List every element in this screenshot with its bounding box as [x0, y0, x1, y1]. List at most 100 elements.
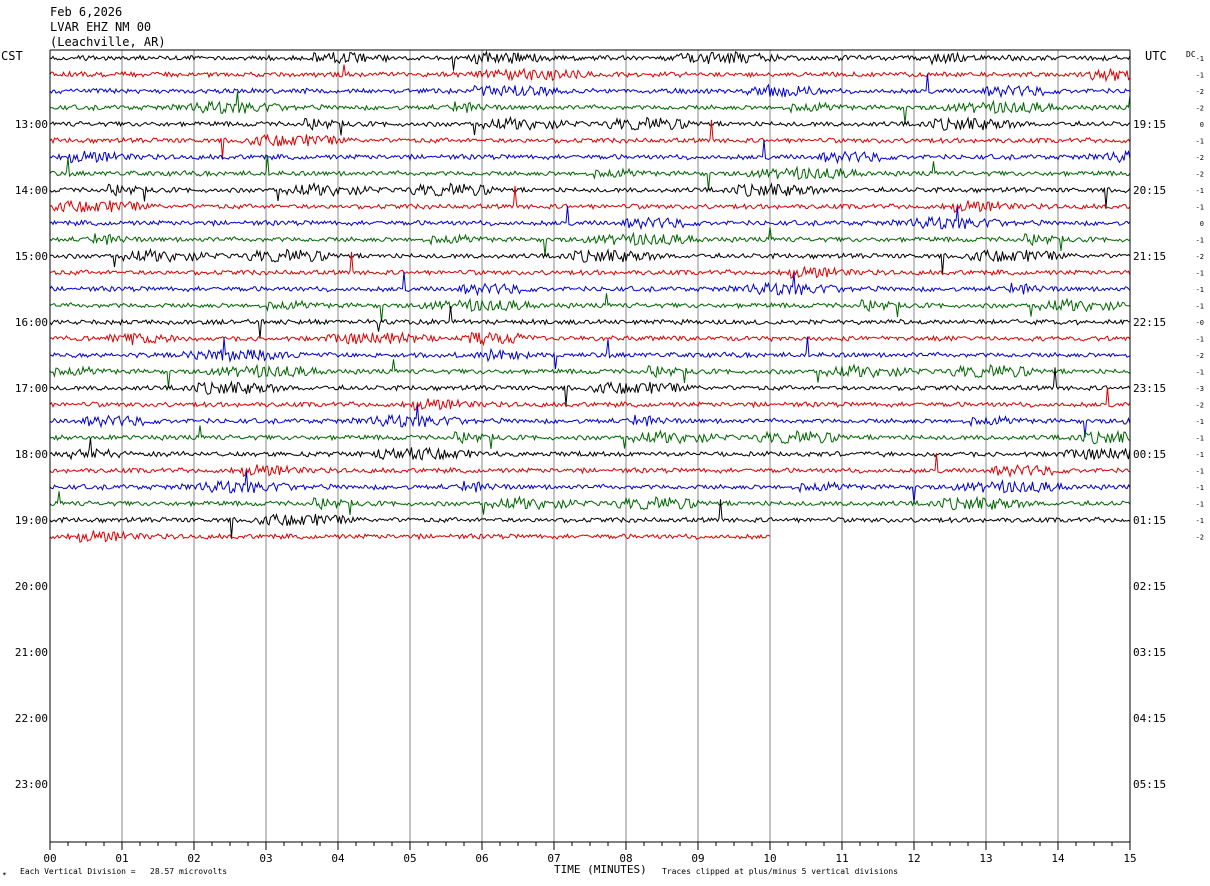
trace-row	[49, 305, 1131, 339]
left-hour-labels: 13:00 14:00 15:00 16:00 17:00 18:00 19:00 20:00…	[15, 118, 48, 791]
dc-offset-label: -2	[1196, 534, 1204, 542]
dc-offset-label: -1	[1196, 501, 1204, 509]
trace-row	[49, 115, 1131, 136]
trace-row	[49, 336, 1131, 369]
dc-offset-label: -1	[1196, 336, 1204, 344]
dc-label: DC	[1186, 50, 1196, 59]
seismic-traces	[49, 50, 1131, 544]
left-timezone-label: CST	[1, 49, 23, 63]
left-hour-label: 22:00	[15, 712, 48, 725]
right-hour-labels: 19:15 20:15 21:15 22:15 23:15 00:15 01:15 02:15…	[1133, 118, 1166, 791]
trace-row	[49, 139, 1131, 165]
left-hour-label: 16:00	[15, 316, 48, 329]
right-hour-label: 22:15	[1133, 316, 1166, 329]
dc-offset-label: -1	[1196, 369, 1204, 377]
x-axis-title: TIME (MINUTES)	[554, 863, 647, 876]
x-tick-label: 14	[1051, 852, 1065, 865]
right-hour-label: 04:15	[1133, 712, 1166, 725]
footer-mark: ✴	[2, 869, 7, 878]
trace-row	[49, 73, 1131, 99]
clip-note: Traces clipped at plus/minus 5 vertical …	[662, 867, 899, 876]
left-hour-label: 18:00	[15, 448, 48, 461]
trace-row	[49, 367, 1131, 406]
x-tick-label: 13	[979, 852, 992, 865]
x-tick-label: 05	[403, 852, 416, 865]
trace-row	[49, 471, 1131, 504]
x-tick-label: 12	[907, 852, 920, 865]
dc-offset-label: -1	[1196, 418, 1204, 426]
trace-row	[49, 331, 1131, 347]
dc-offset-label: -3	[1196, 385, 1204, 393]
x-tick-label: 11	[835, 852, 848, 865]
trace-row	[49, 185, 1131, 214]
x-tick-label: 06	[475, 852, 488, 865]
left-hour-label: 20:00	[15, 580, 48, 593]
right-hour-label: 02:15	[1133, 580, 1166, 593]
vertical-grid	[121, 50, 1059, 842]
left-hour-label: 21:00	[15, 646, 48, 659]
dc-offset-label: -1	[1196, 237, 1204, 245]
dc-offset-labels: -1 -1 -2 -2 0 -1 -2 -2 -1 -1 0 -1 -2 -1 -1 -1 -0 -1 -2 -1 -3…	[1196, 55, 1204, 542]
dc-offset-label: -1	[1196, 468, 1204, 476]
dc-offset-label: -2	[1196, 352, 1204, 360]
dc-offset-label: -1	[1196, 286, 1204, 294]
x-tick-label: 15	[1123, 852, 1136, 865]
right-hour-label: 01:15	[1133, 514, 1166, 527]
dc-offset-label: -1	[1196, 303, 1204, 311]
right-timezone-label: UTC	[1145, 49, 1167, 63]
dc-offset-label: -1	[1196, 435, 1204, 443]
right-hour-label: 20:15	[1133, 184, 1166, 197]
right-hour-label: 21:15	[1133, 250, 1166, 263]
dc-offset-label: -1	[1196, 187, 1204, 195]
trace-row	[49, 64, 1131, 83]
dc-offset-label: -2	[1196, 402, 1204, 410]
right-hour-label: 23:15	[1133, 382, 1166, 395]
left-hour-label: 13:00	[15, 118, 48, 131]
trace-row	[49, 155, 1131, 190]
dc-offset-label: -1	[1196, 204, 1204, 212]
trace-row	[49, 453, 1131, 478]
left-hour-label: 23:00	[15, 778, 48, 791]
trace-row	[49, 50, 1131, 71]
trace-row	[49, 437, 1131, 461]
dc-offset-label: -2	[1196, 154, 1204, 162]
left-hour-label: 14:00	[15, 184, 48, 197]
dc-offset-label: -1	[1196, 270, 1204, 278]
dc-offset-label: -1	[1196, 72, 1204, 80]
x-tick-label: 10	[763, 852, 776, 865]
trace-row	[49, 271, 1131, 297]
dc-offset-label: 0	[1200, 121, 1204, 129]
dc-offset-label: -1	[1196, 55, 1204, 63]
x-tick-label: 01	[115, 852, 128, 865]
x-tick-label: 03	[259, 852, 272, 865]
x-tick-label: 02	[187, 852, 200, 865]
seismogram-plot: 00 01 02 03 04 05 06 07 08 09 10 11 12 13 14 15 13:0014…	[15, 49, 1204, 865]
right-hour-label: 19:15	[1133, 118, 1166, 131]
dc-offset-label: -1	[1196, 517, 1204, 525]
trace-row	[49, 205, 1131, 231]
dc-offset-label: -2	[1196, 253, 1204, 261]
x-tick-labels: 00 01 02 03 04 05 06 07 08 09 10 11 12 13 14 15	[43, 842, 1137, 865]
left-hour-label: 19:00	[15, 514, 48, 527]
x-tick-label: 00	[43, 852, 56, 865]
header-location: (Leachville, AR)	[50, 35, 166, 49]
dc-offset-label: -0	[1196, 319, 1204, 327]
scale-note: Each Vertical Division = 28.57 microvolt…	[20, 867, 228, 876]
trace-row	[49, 247, 1131, 274]
right-hour-label: 03:15	[1133, 646, 1166, 659]
dc-offset-label: -2	[1196, 88, 1204, 96]
x-tick-label: 04	[331, 852, 345, 865]
left-hour-label: 17:00	[15, 382, 48, 395]
trace-row	[49, 227, 1131, 256]
right-hour-label: 05:15	[1133, 778, 1166, 791]
trace-row	[49, 491, 1131, 515]
dc-offset-label: -1	[1196, 138, 1204, 146]
trace-row	[49, 405, 1131, 438]
dc-offset-label: -2	[1196, 105, 1204, 113]
plot-frame	[49, 49, 1131, 843]
trace-row	[49, 425, 1131, 449]
dc-offset-label: -2	[1196, 171, 1204, 179]
dc-offset-label: -1	[1196, 484, 1204, 492]
dc-offset-label: 0	[1200, 220, 1204, 228]
trace-row	[49, 293, 1131, 322]
